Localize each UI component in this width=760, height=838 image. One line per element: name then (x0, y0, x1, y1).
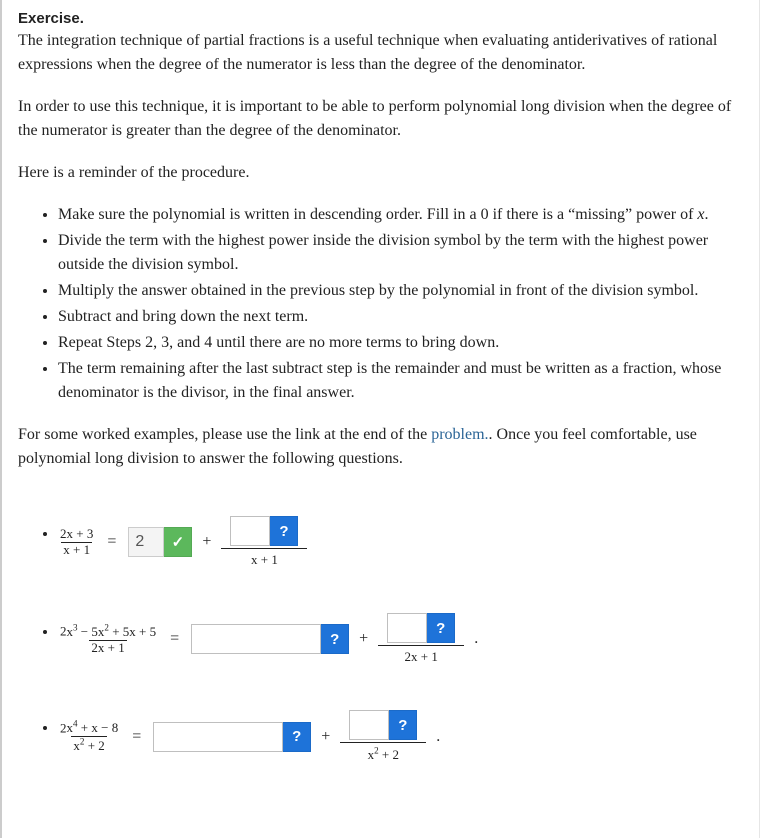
period: . (436, 728, 440, 746)
intro-paragraph-1: The integration technique of partial fra… (18, 29, 741, 77)
problem-2-remainder-denominator: 2x + 1 (405, 649, 438, 664)
problem-3: 2x4 + x − 8 x2 + 2 = ? + ? x2 + 2 . (58, 710, 741, 763)
variable-x: x (697, 206, 704, 223)
check-icon[interactable]: ✓ (164, 527, 192, 557)
exercise-label: Exercise. (18, 10, 741, 27)
instruction-step-6: The term remaining after the last subtra… (58, 357, 741, 405)
intro-paragraph-2: In order to use this technique, it is im… (18, 95, 741, 143)
problem-1-expression: 2x + 3 x + 1 (58, 527, 95, 558)
instruction-step-4: Subtract and bring down the next term. (58, 305, 741, 329)
hint-icon[interactable]: ? (270, 516, 298, 546)
problem-3-quotient-answer: ? (153, 722, 311, 752)
equals-sign: = (170, 630, 179, 648)
problem-1-remainder-input[interactable] (230, 516, 270, 546)
problem-1-quotient-input[interactable]: 2 (128, 527, 164, 557)
problem-2-quotient-input[interactable] (191, 624, 321, 654)
problem-1-remainder-fraction: ? x + 1 (221, 516, 307, 568)
problem-2: 2x3 − 5x2 + 5x + 5 2x + 1 = ? + ? 2x + 1… (58, 613, 741, 665)
exercise-page: Exercise. The integration technique of p… (0, 0, 760, 838)
plus-sign: + (202, 533, 211, 551)
equals-sign: = (132, 728, 141, 746)
problem-2-quotient-answer: ? (191, 624, 349, 654)
problem-2-remainder-fraction: ? 2x + 1 (378, 613, 464, 665)
hint-icon[interactable]: ? (427, 613, 455, 643)
problem-link[interactable]: problem. (431, 426, 488, 443)
problem-list: 2x + 3 x + 1 = 2 ✓ + ? x + 1 (18, 516, 741, 763)
problem-3-quotient-input[interactable] (153, 722, 283, 752)
problem-1-quotient-answer: 2 ✓ (128, 527, 192, 557)
instruction-list: Make sure the polynomial is written in d… (18, 203, 741, 405)
problem-3-remainder-input[interactable] (349, 710, 389, 740)
plus-sign: + (359, 630, 368, 648)
intro-paragraph-3: Here is a reminder of the procedure. (18, 161, 741, 185)
plus-sign: + (321, 728, 330, 746)
outro-paragraph: For some worked examples, please use the… (18, 423, 741, 471)
instruction-step-2: Divide the term with the highest power i… (58, 229, 741, 277)
hint-icon[interactable]: ? (283, 722, 311, 752)
problem-3-expression: 2x4 + x − 8 x2 + 2 (58, 719, 120, 755)
hint-icon[interactable]: ? (321, 624, 349, 654)
problem-1-remainder-denominator: x + 1 (251, 552, 278, 567)
instruction-step-5: Repeat Steps 2, 3, and 4 until there are… (58, 331, 741, 355)
hint-icon[interactable]: ? (389, 710, 417, 740)
problem-1: 2x + 3 x + 1 = 2 ✓ + ? x + 1 (58, 516, 741, 568)
problem-3-remainder-denominator: x2 + 2 (368, 747, 399, 762)
instruction-step-3: Multiply the answer obtained in the prev… (58, 279, 741, 303)
problem-2-remainder-input[interactable] (387, 613, 427, 643)
problem-3-remainder-fraction: ? x2 + 2 (340, 710, 426, 763)
period: . (474, 630, 478, 648)
equals-sign: = (107, 533, 116, 551)
instruction-step-1: Make sure the polynomial is written in d… (58, 203, 741, 227)
problem-2-expression: 2x3 − 5x2 + 5x + 5 2x + 1 (58, 622, 158, 655)
